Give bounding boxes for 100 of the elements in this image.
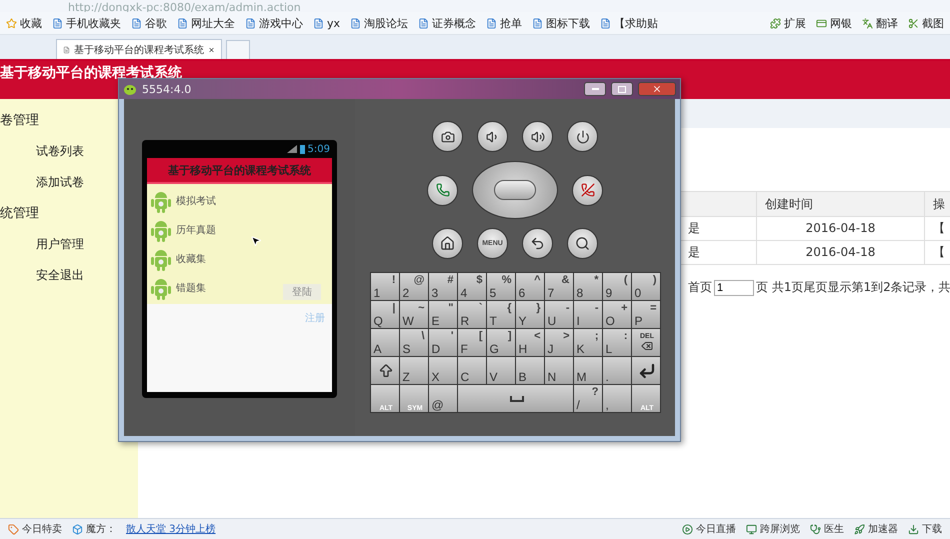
keyboard-key[interactable]: 7 & <box>544 273 572 300</box>
end-call-button[interactable] <box>572 174 603 206</box>
keyboard-key[interactable]: 1 ! <box>370 273 398 300</box>
dpad-center-button[interactable] <box>494 180 536 200</box>
bookmark-link[interactable]: 手机收藏夹 <box>52 16 121 30</box>
sidebar-link[interactable]: 试卷列表 <box>36 136 84 167</box>
search-button[interactable] <box>567 228 598 259</box>
close-button[interactable] <box>638 82 676 96</box>
page-icon <box>63 44 70 54</box>
page-input[interactable]: 1 <box>714 280 754 296</box>
sidebar-heading: 统管理 <box>0 205 40 223</box>
keyboard-key[interactable]: X <box>428 357 456 384</box>
status-item[interactable]: 今日直播 <box>682 522 736 536</box>
keyboard-key[interactable]: 8 * <box>574 273 602 300</box>
keyboard-key[interactable]: V <box>486 357 514 384</box>
enter-key[interactable] <box>632 357 660 384</box>
bookmark-link[interactable]: 谷歌 <box>131 16 167 30</box>
status-item[interactable]: 医生 <box>810 522 844 536</box>
sidebar-link[interactable]: 安全退出 <box>36 260 84 291</box>
maximize-button[interactable] <box>611 82 633 96</box>
sidebar-link[interactable]: 添加试卷 <box>36 167 84 198</box>
toolbar-button[interactable]: 扩展 <box>770 16 806 30</box>
shift-key[interactable] <box>370 357 398 384</box>
keyboard-key[interactable]: B <box>516 357 544 384</box>
keyboard-key[interactable]: C <box>458 357 486 384</box>
keyboard-key[interactable]: / ? <box>574 385 602 412</box>
menu-item[interactable]: 错题集 <box>176 280 206 294</box>
menu-item[interactable]: 模拟考试 <box>176 194 216 208</box>
app-title: 基于移动平台的课程考试系统 <box>168 162 311 178</box>
power-button[interactable] <box>567 121 598 152</box>
sidebar-link[interactable]: 用户管理 <box>36 229 84 260</box>
keyboard-key[interactable]: R ` <box>458 301 486 328</box>
keyboard-key[interactable]: W ~ <box>400 301 428 328</box>
browser-tab[interactable]: 基于移动平台的课程考试系统 <box>56 39 222 59</box>
bookmark-link[interactable]: 图标下载 <box>532 16 590 30</box>
keyboard-key[interactable]: 3 # <box>428 273 456 300</box>
keyboard-key[interactable]: O + <box>602 301 630 328</box>
keyboard-key[interactable]: A <box>370 329 398 356</box>
keyboard-key[interactable]: T { <box>486 301 514 328</box>
minimize-button[interactable] <box>584 82 606 96</box>
keyboard-key[interactable]: Y } <box>516 301 544 328</box>
keyboard-key[interactable]: J > <box>544 329 572 356</box>
menu-item[interactable]: 收藏集 <box>176 252 206 266</box>
sidebar-heading: 卷管理 <box>0 112 40 130</box>
keyboard-key[interactable]: K ; <box>574 329 602 356</box>
status-item[interactable]: 下载 <box>908 522 942 536</box>
bookmark-link[interactable]: 抢单 <box>486 16 522 30</box>
keyboard-key[interactable]: P = <box>632 301 660 328</box>
column-header: 操 <box>925 191 950 217</box>
keyboard-key[interactable]: 0 ) <box>632 273 660 300</box>
keyboard-key[interactable]: E " <box>428 301 456 328</box>
status-item[interactable]: 魔方： <box>72 522 116 536</box>
scissors-icon <box>908 18 919 28</box>
keyboard-key[interactable]: Q | <box>370 301 398 328</box>
keyboard-key[interactable]: G ] <box>486 329 514 356</box>
first-page-link[interactable]: 首页 <box>688 279 712 296</box>
keyboard-key[interactable]: N <box>544 357 572 384</box>
keyboard-key[interactable]: I - <box>574 301 602 328</box>
bookmark-link[interactable]: 【求助贴 <box>600 16 658 30</box>
page-icon <box>177 18 188 28</box>
clock: 5:09 <box>308 144 330 154</box>
keyboard-key[interactable]: L : <box>602 329 630 356</box>
keyboard-key[interactable]: U - <box>544 301 572 328</box>
volume-up-button[interactable] <box>522 121 553 152</box>
keyboard-key[interactable]: , <box>602 385 630 412</box>
keyboard-key[interactable]: 6 ^ <box>516 273 544 300</box>
bookmark-link[interactable]: 证券概念 <box>418 16 476 30</box>
keyboard-key[interactable]: M <box>574 357 602 384</box>
keyboard-key[interactable]: @ <box>428 385 456 412</box>
call-button[interactable] <box>427 174 458 206</box>
status-item[interactable]: 加速器 <box>854 522 898 536</box>
toolbar-button[interactable]: 截图 <box>908 16 944 30</box>
page-icon <box>418 18 430 28</box>
bookmark-link[interactable]: 收藏 <box>6 16 42 30</box>
bookmark-link[interactable]: yx <box>313 16 340 30</box>
status-item[interactable]: 今日特卖 <box>8 522 62 536</box>
bookmark-link[interactable]: 淘股论坛 <box>350 16 408 30</box>
menu-item[interactable]: 历年真题 <box>176 222 216 236</box>
keyboard-key[interactable]: S \ <box>400 329 428 356</box>
space-icon <box>510 396 524 402</box>
status-item[interactable]: 跨屏浏览 <box>746 522 800 536</box>
bookmark-link[interactable]: 网址大全 <box>177 16 235 30</box>
keyboard-key[interactable]: Z <box>400 357 428 384</box>
toolbar-button[interactable]: 网银 <box>816 16 852 30</box>
keyboard-key[interactable]: 9 ( <box>602 273 630 300</box>
bookmark-link[interactable]: 游戏中心 <box>245 16 303 30</box>
back-button[interactable] <box>522 228 553 259</box>
keyboard-key[interactable]: 4 $ <box>458 273 486 300</box>
volume-down-button[interactable] <box>477 121 508 152</box>
status-link[interactable]: 散人天堂 3分钟上榜 <box>126 522 216 536</box>
toolbar-button[interactable]: 翻译 <box>862 16 898 30</box>
keyboard-key[interactable]: F [ <box>458 329 486 356</box>
keyboard-key[interactable]: H < <box>516 329 544 356</box>
home-button[interactable] <box>432 228 463 259</box>
keyboard-key[interactable]: 2 @ <box>400 273 428 300</box>
keyboard-key[interactable]: . <box>602 357 630 384</box>
camera-button[interactable] <box>432 121 463 152</box>
keyboard-key[interactable]: D ' <box>428 329 456 356</box>
keyboard-key[interactable]: 5 % <box>486 273 514 300</box>
signal-icon <box>286 145 297 153</box>
